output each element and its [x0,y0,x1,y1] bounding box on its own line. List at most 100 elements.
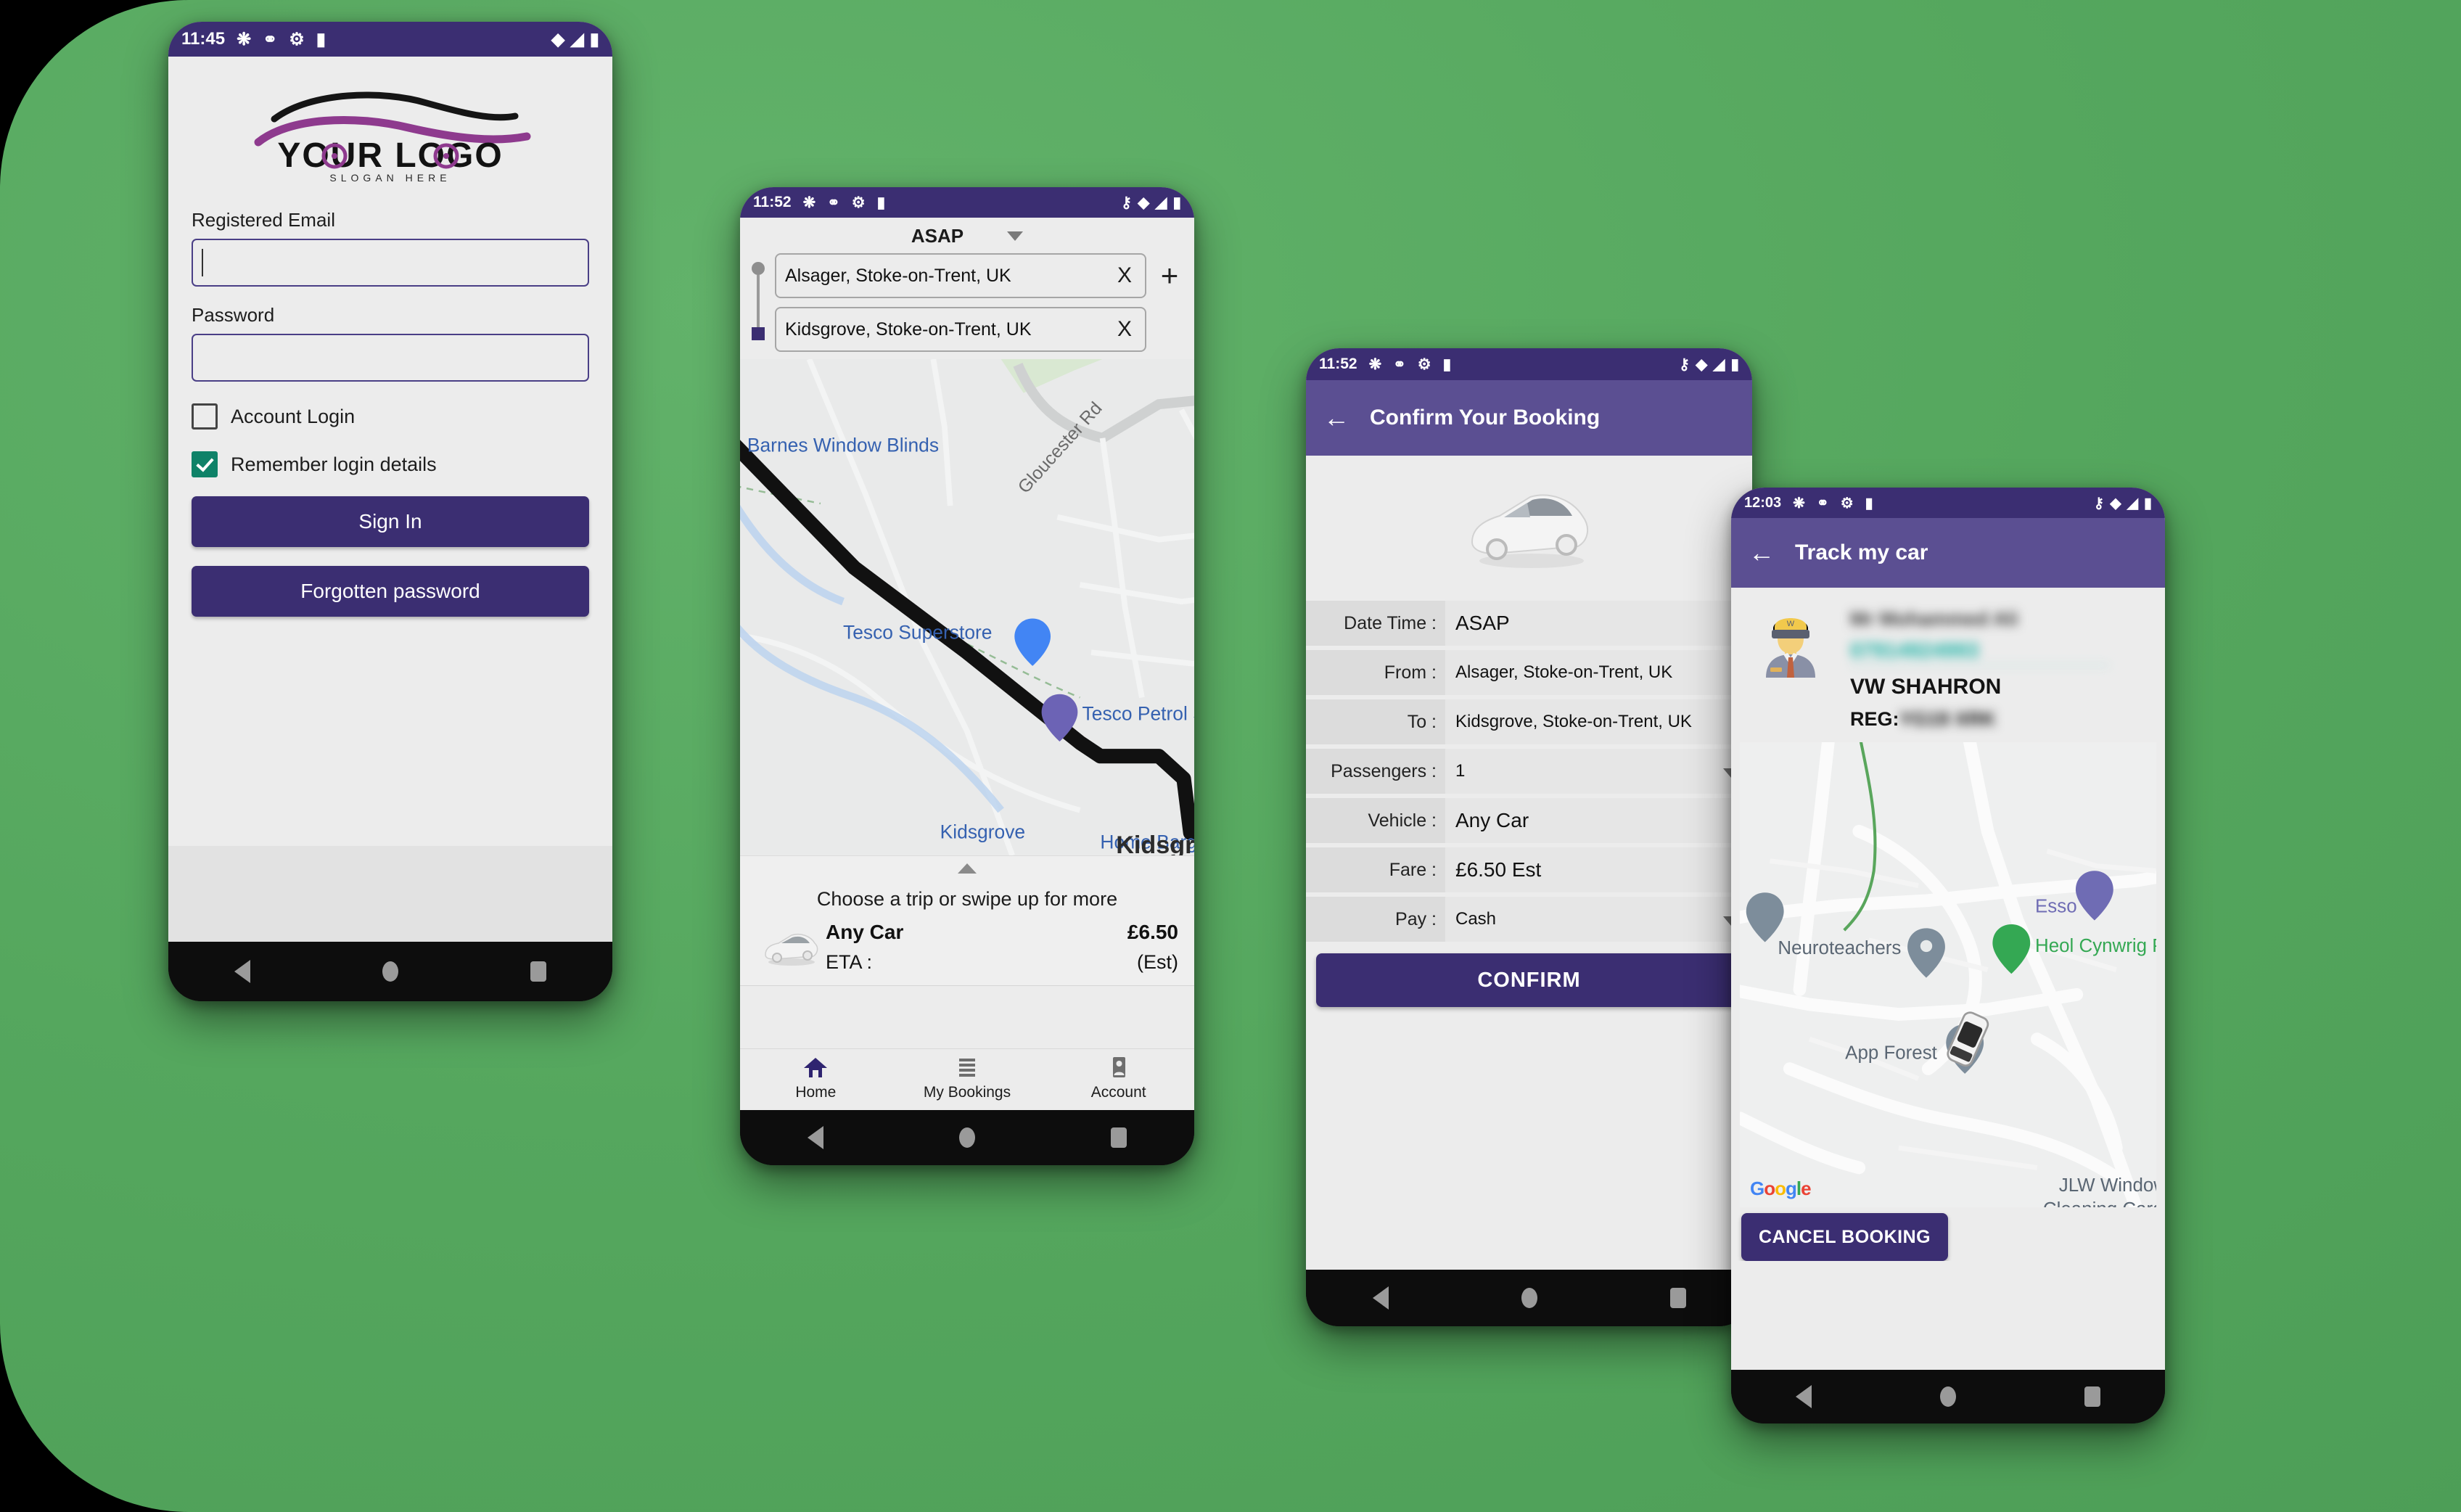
gps-icon: ⚷ [2093,495,2105,511]
password-label: Password [192,304,275,326]
nav-recents-icon[interactable] [530,961,546,982]
sd-card-icon: ▮ [316,29,326,49]
field-value-passengers[interactable]: 1 [1445,749,1752,794]
driver-phone[interactable]: 07914924993 [1850,639,2110,666]
remember-login-checkbox[interactable] [192,451,218,477]
map-label: Barnes Window Blinds [747,434,939,456]
email-label: Registered Email [192,209,335,231]
status-bar-time: 12:03 [1744,494,1782,511]
back-arrow-icon[interactable]: ← [1749,540,1775,566]
back-arrow-icon[interactable]: ← [1323,405,1349,431]
settings-gear-icon: ❋ [802,194,816,211]
route-line [757,275,760,327]
nav-back-icon[interactable] [234,960,250,983]
account-login-row[interactable]: Account Login [192,403,589,430]
track-content: W Mr Mohammed Ali 07914924993 VW SHAHRON… [1731,588,2165,1370]
tab-my-bookings[interactable]: My Bookings [892,1056,1043,1101]
route-map[interactable]: Barnes Window Blinds Tesco Superstore Te… [740,359,1194,855]
field-value-pay[interactable]: Cash [1445,897,1752,942]
field-row: Date Time : ASAP [1306,601,1752,646]
map-label: Tesco Petrol Station [1082,702,1194,724]
pay-value: Cash [1455,909,1497,929]
password-field[interactable] [192,334,589,382]
nav-home-icon[interactable] [382,961,398,982]
gps-icon: ⚷ [1120,194,1133,211]
confirm-button[interactable]: CONFIRM [1316,953,1742,1007]
driver-name: Mr Mohammed Ali [1850,608,2018,630]
sheet-expand-handle[interactable] [740,856,1194,875]
phone-track: 12:03 ❋ ⚭ ⚙ ▮ ⚷ ◆ ◢ ▮ ← Track my car W M… [1731,488,2165,1423]
tab-home[interactable]: Home [740,1056,892,1101]
your-logo-graphic: YOUR LOGO SLOGAN HERE [254,91,531,184]
route-pins [749,253,768,352]
android-nav-bar [168,942,612,1001]
map-label: App Forest [1845,1043,1938,1063]
email-field[interactable] [192,239,589,287]
confirm-form: Date Time : ASAP From : Alsager, Stoke-o… [1306,456,1752,1270]
nav-back-icon[interactable] [808,1126,824,1149]
tab-home-label: Home [795,1084,837,1101]
battery-icon: ▮ [2143,495,2152,511]
confirm-fields: Date Time : ASAP From : Alsager, Stoke-o… [1306,601,1752,946]
bottom-tab-bar: Home My Bookings Account [740,1048,1194,1110]
cancel-booking-area: CANCEL BOOKING [1731,1207,2165,1261]
tab-my-bookings-label: My Bookings [923,1084,1011,1101]
track-screen: 12:03 ❋ ⚭ ⚙ ▮ ⚷ ◆ ◢ ▮ ← Track my car W M… [1731,488,2165,1370]
gear-icon: ⚙ [1840,495,1854,511]
add-stop-button[interactable]: + [1154,253,1186,352]
login-screen: 11:45 ❋ ⚭ ⚙ ▮ ◆ ◢ ▮ YOUR LOGO SLOGAN HER… [168,22,612,942]
white-car-icon [765,933,818,966]
passengers-value: 1 [1455,761,1466,781]
nav-home-icon[interactable] [1939,1386,1956,1407]
clear-pickup-icon[interactable]: X [1110,263,1139,288]
when-selector[interactable]: ASAP [740,218,1194,250]
live-tracking-map[interactable]: hradd nary... Neuroteachers App Forest J… [1740,742,2156,1207]
clear-dropoff-icon[interactable]: X [1110,317,1139,342]
signal-icon: ◢ [2127,495,2138,511]
poster-background: 11:45 ❋ ⚭ ⚙ ▮ ◆ ◢ ▮ YOUR LOGO SLOGAN HER… [0,0,2461,1512]
logo-title-text: YOUR LOGO [277,136,503,175]
map-label: Tesco Superstore [843,622,993,644]
pickup-input[interactable]: Alsager, Stoke-on-Trent, UK X [775,253,1146,298]
nav-recents-icon[interactable] [1110,1127,1127,1148]
tab-account[interactable]: Account [1043,1056,1194,1101]
chevron-down-icon[interactable] [1007,231,1024,241]
nav-recents-icon[interactable] [2084,1386,2101,1407]
vehicle-reg: REG: YG19 XRK [1850,708,2152,731]
status-bar-time: 11:52 [753,194,792,210]
forgotten-password-button[interactable]: Forgotten password [192,566,589,617]
battery-icon: ▮ [1730,356,1739,373]
location-pin-icon: ⚭ [1393,356,1406,373]
nav-back-icon[interactable] [1372,1286,1389,1310]
nav-recents-icon[interactable] [1669,1288,1686,1308]
login-spacer [192,617,589,846]
trip-price: £6.50 [1127,921,1178,943]
field-value-fare[interactable]: £6.50 Est [1445,847,1752,892]
cancel-booking-button[interactable]: CANCEL BOOKING [1741,1213,1949,1261]
account-login-label: Account Login [231,405,356,427]
chevron-up-icon[interactable] [958,863,977,874]
dropoff-square-icon [752,327,765,340]
nav-back-icon[interactable] [1795,1385,1812,1408]
nav-home-icon[interactable] [1521,1288,1537,1308]
account-login-checkbox[interactable] [192,403,218,430]
nav-home-icon[interactable] [958,1127,975,1148]
avatar: W [1744,604,1837,731]
sign-in-button[interactable]: Sign In [192,496,589,547]
address-inputs: Alsager, Stoke-on-Trent, UK X Kidsgrove,… [775,253,1146,352]
map-town-label: Kidsgrove [1116,831,1194,855]
track-spacer [1731,1261,2165,1370]
field-value-date-time[interactable]: ASAP [1445,601,1752,646]
field-label: Fare : [1306,847,1445,892]
signal-icon: ◢ [1713,356,1725,373]
field-value-from[interactable]: Alsager, Stoke-on-Trent, UK [1445,650,1752,695]
field-value-to[interactable]: Kidsgrove, Stoke-on-Trent, UK [1445,699,1752,744]
remember-login-row[interactable]: Remember login details [192,451,589,477]
field-row: Passengers : 1 [1306,749,1752,794]
map-label: Neuroteachers [1778,938,1901,958]
trip-option-row[interactable]: Any Car £6.50 ETA : (Est) [740,916,1194,985]
settings-gear-icon: ❋ [237,29,252,49]
dropoff-input[interactable]: Kidsgrove, Stoke-on-Trent, UK X [775,307,1146,352]
status-bar: 11:52 ❋ ⚭ ⚙ ▮ ⚷ ◆ ◢ ▮ [1306,348,1752,380]
field-value-vehicle[interactable]: Any Car [1445,798,1752,843]
